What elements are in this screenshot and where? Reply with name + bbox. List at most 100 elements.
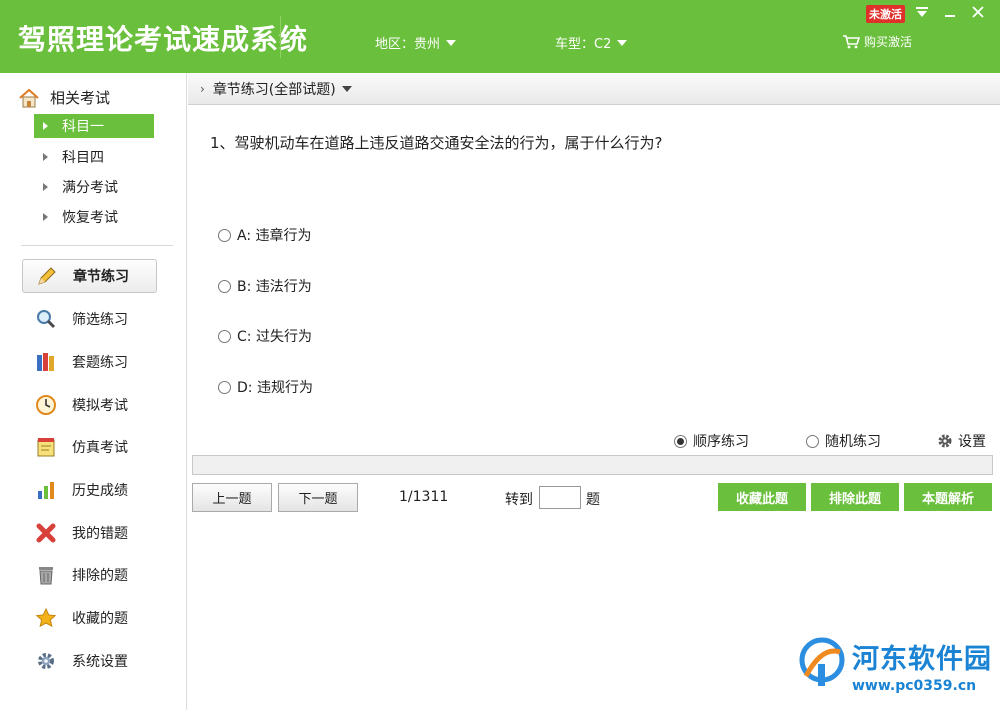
nav-label: 模拟考试: [72, 398, 128, 414]
nav-set-practice[interactable]: 套题练习: [22, 345, 157, 379]
chevron-down-icon: [446, 39, 457, 46]
watermark-logo-icon: [799, 637, 845, 686]
radio-button[interactable]: [674, 434, 687, 448]
nav-label: 系统设置: [72, 654, 128, 670]
radio-button[interactable]: [218, 329, 231, 343]
chevron-right-icon: [43, 213, 48, 221]
header-divider: [280, 16, 281, 58]
nav-label: 排除的题: [72, 568, 128, 584]
watermark-name: 河东软件园: [852, 643, 992, 675]
menu-dropdown-icon[interactable]: [912, 3, 932, 21]
car-type-select[interactable]: 车型：C2: [555, 33, 628, 52]
nav-label: 收藏的题: [72, 611, 128, 627]
buy-activate-button[interactable]: 购买激活: [842, 33, 912, 50]
magnifier-icon: [34, 307, 58, 331]
option-b[interactable]: B: 违法行为: [218, 276, 312, 296]
gear-icon: [34, 649, 58, 673]
nav-mock-exam[interactable]: 模拟考试: [22, 388, 157, 422]
option-a[interactable]: A: 违章行为: [218, 225, 312, 245]
subject-label: 满分考试: [62, 180, 118, 196]
nav-label: 筛选练习: [72, 312, 128, 328]
watermark: 河东软件园 www.pc0359.cn: [796, 636, 992, 694]
breadcrumb-label[interactable]: 章节练习(全部试题): [213, 79, 336, 99]
breadcrumb: › 章节练习(全部试题): [188, 73, 1000, 105]
option-label: A: 违章行为: [237, 228, 312, 244]
random-mode-radio[interactable]: 随机练习: [806, 431, 881, 451]
chevron-down-icon[interactable]: [341, 85, 352, 92]
radio-button[interactable]: [218, 380, 231, 394]
settings-button[interactable]: 设置: [937, 431, 986, 451]
trash-icon: [34, 563, 58, 587]
option-label: B: 违法行为: [237, 279, 312, 295]
option-d[interactable]: D: 违规行为: [218, 377, 313, 397]
nav-favorite-questions[interactable]: 收藏的题: [22, 601, 157, 635]
related-exams-heading: 相关考试: [18, 87, 110, 108]
question-counter: 1/1311: [399, 489, 449, 505]
radio-button[interactable]: [806, 434, 819, 448]
nav-label: 套题练习: [72, 355, 128, 371]
clock-icon: [34, 393, 58, 417]
minimize-icon[interactable]: [940, 3, 960, 21]
title-bar: 驾照理论考试速成系统 地区：贵州 车型：C2 购买激活 未激活: [0, 0, 1000, 73]
subject-label: 科目四: [62, 150, 104, 166]
previous-question-button[interactable]: 上一题: [192, 483, 272, 512]
inactive-badge[interactable]: 未激活: [866, 5, 905, 23]
nav-excluded-questions[interactable]: 排除的题: [22, 558, 157, 592]
nav-system-settings[interactable]: 系统设置: [22, 644, 157, 678]
close-icon[interactable]: [968, 3, 988, 21]
red-x-icon: [34, 521, 58, 545]
radio-button[interactable]: [218, 228, 231, 242]
option-c[interactable]: C: 过失行为: [218, 326, 312, 346]
goto-suffix: 题: [586, 492, 600, 508]
nav-label: 我的错题: [72, 526, 128, 542]
watermark-url: www.pc0359.cn: [852, 677, 977, 694]
nav-label: 章节练习: [73, 269, 129, 285]
subject-item-4[interactable]: 科目四: [34, 145, 154, 169]
subject-label: 恢复考试: [62, 210, 118, 226]
option-label: D: 违规行为: [237, 380, 313, 396]
notepad-icon: [34, 435, 58, 459]
subject-label: 科目一: [62, 119, 104, 135]
chevron-right-icon: [43, 153, 48, 161]
gear-icon: [938, 434, 952, 448]
nav-my-mistakes[interactable]: 我的错题: [22, 516, 157, 550]
cart-icon: [843, 34, 860, 48]
region-label: 地区：贵州: [375, 37, 441, 52]
question-text: 1、驾驶机动车在道路上违反道路交通安全法的行为，属于什么行为?: [210, 134, 663, 152]
chevron-right-icon: ›: [200, 81, 205, 96]
nav-simulation-exam[interactable]: 仿真考试: [22, 430, 157, 464]
goto-label: 转到: [505, 492, 533, 508]
sequential-mode-radio[interactable]: 顺序练习: [674, 431, 749, 451]
chevron-down-icon: [617, 39, 628, 46]
related-exams-label: 相关考试: [50, 89, 111, 107]
option-label: C: 过失行为: [237, 329, 312, 345]
question-explanation-button[interactable]: 本题解析: [904, 483, 992, 511]
next-question-button[interactable]: 下一题: [278, 483, 358, 512]
favorite-question-button[interactable]: 收藏此题: [718, 483, 806, 511]
nav-chapter-practice[interactable]: 章节练习: [22, 259, 157, 293]
radio-button[interactable]: [218, 279, 231, 293]
mode-label: 随机练习: [825, 434, 881, 450]
books-icon: [34, 350, 58, 374]
home-icon: [19, 88, 39, 107]
exclude-question-button[interactable]: 排除此题: [811, 483, 899, 511]
subject-item-full-score[interactable]: 满分考试: [34, 175, 154, 199]
nav-history-scores[interactable]: 历史成绩: [22, 473, 157, 507]
region-select[interactable]: 地区：贵州: [375, 33, 457, 52]
pencil-icon: [35, 264, 59, 288]
goto-question-input[interactable]: [539, 486, 581, 509]
sidebar-divider: [21, 245, 173, 246]
progress-bar: [192, 455, 993, 475]
sidebar: 相关考试 科目一 科目四 满分考试 恢复考试 章节练习 筛选练习 套题练习 模拟…: [0, 73, 187, 710]
settings-label: 设置: [958, 434, 986, 450]
nav-filter-practice[interactable]: 筛选练习: [22, 302, 157, 336]
star-icon: [34, 606, 58, 630]
subject-item-1[interactable]: 科目一: [34, 114, 154, 138]
subject-item-restore[interactable]: 恢复考试: [34, 205, 154, 229]
chevron-right-icon: [43, 122, 48, 130]
chevron-right-icon: [43, 183, 48, 191]
app-title: 驾照理论考试速成系统: [18, 23, 309, 56]
bar-chart-icon: [34, 478, 58, 502]
buy-label: 购买激活: [864, 35, 913, 49]
nav-label: 仿真考试: [72, 440, 128, 456]
